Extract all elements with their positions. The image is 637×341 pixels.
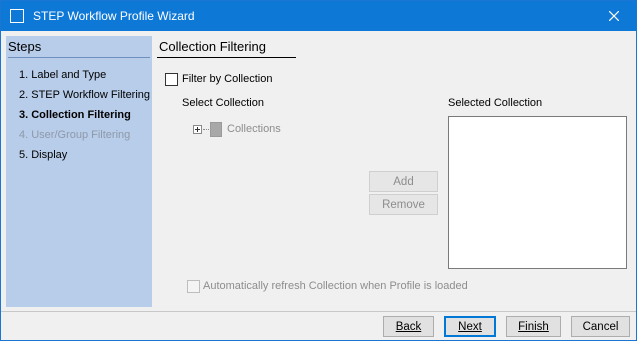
step-collection-filtering: 3. Collection Filtering	[19, 109, 131, 121]
step-label-and-type: 1. Label and Type	[19, 69, 107, 81]
page-title-underline	[157, 57, 296, 58]
steps-panel: Steps 1. Label and Type 2. STEP Workflow…	[6, 36, 152, 307]
filter-by-collection-label[interactable]: Filter by Collection	[182, 73, 272, 85]
wizard-window: STEP Workflow Profile Wizard Steps 1. La…	[0, 0, 637, 341]
finish-button[interactable]: Finish	[506, 316, 561, 337]
step-user-group-filtering: 4. User/Group Filtering	[19, 129, 131, 141]
back-button-label: Back	[395, 320, 422, 333]
tree-connector	[203, 129, 209, 130]
close-button[interactable]	[592, 1, 636, 31]
add-button[interactable]: Add	[369, 171, 438, 192]
window-title: STEP Workflow Profile Wizard	[33, 9, 195, 23]
close-icon	[609, 11, 619, 21]
back-button[interactable]: Back	[383, 316, 434, 337]
remove-button[interactable]: Remove	[369, 194, 438, 215]
next-button-label: Next	[458, 320, 482, 333]
steps-divider	[8, 57, 150, 58]
cancel-button[interactable]: Cancel	[571, 316, 630, 337]
collection-folder-icon	[210, 122, 222, 137]
step-display: 5. Display	[19, 149, 68, 161]
selected-collection-list[interactable]	[448, 116, 627, 269]
finish-button-label: Finish	[518, 320, 549, 333]
app-icon	[10, 9, 24, 23]
auto-refresh-checkbox[interactable]	[187, 280, 200, 293]
tree-node-collections[interactable]: Collections	[227, 123, 281, 135]
step-workflow-filtering: 2. STEP Workflow Filtering	[19, 89, 151, 101]
footer-divider	[1, 311, 636, 312]
filter-by-collection-checkbox[interactable]	[165, 73, 178, 86]
next-button[interactable]: Next	[444, 316, 496, 337]
tree-expand-icon[interactable]	[193, 125, 202, 134]
page-title: Collection Filtering	[159, 39, 266, 54]
steps-heading: Steps	[8, 39, 42, 54]
auto-refresh-label[interactable]: Automatically refresh Collection when Pr…	[203, 280, 468, 292]
select-collection-label: Select Collection	[182, 97, 264, 109]
selected-collection-label: Selected Collection	[448, 97, 543, 109]
title-bar[interactable]: STEP Workflow Profile Wizard	[1, 1, 636, 31]
